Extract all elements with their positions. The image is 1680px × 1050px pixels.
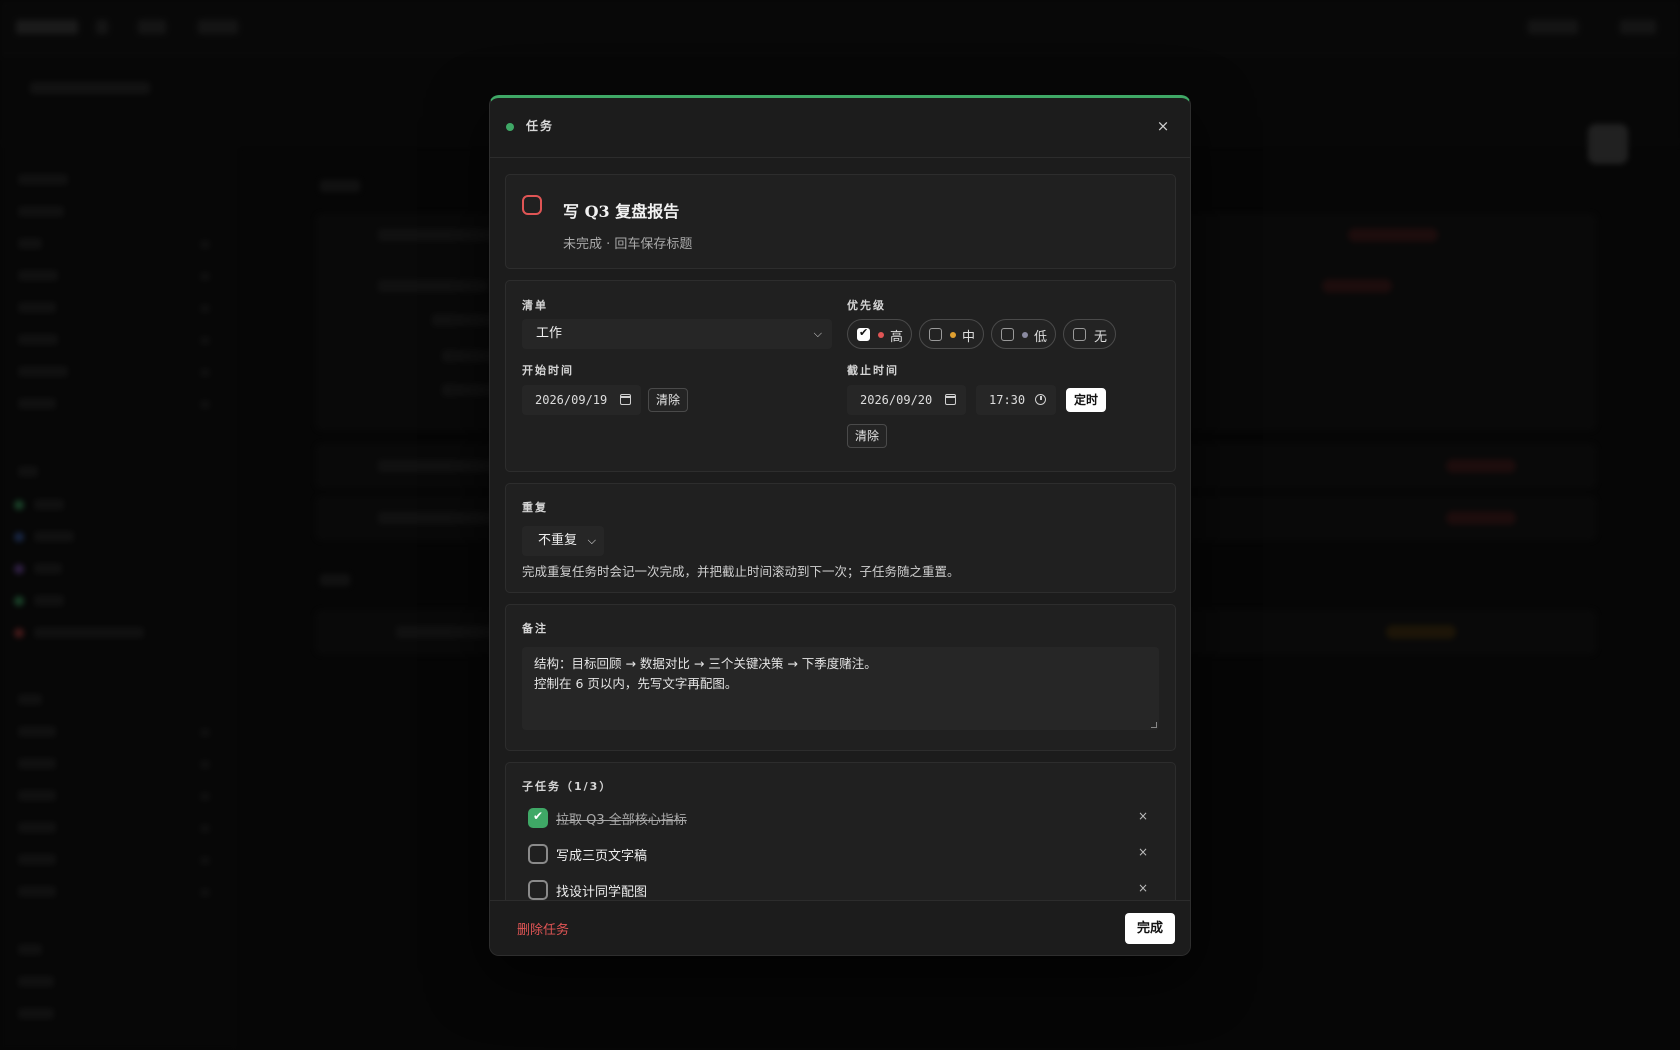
repeat-select-value: 不重复 [538,533,578,548]
remove-subtask-icon[interactable]: × [1138,845,1148,859]
due-time-input[interactable]: 17:30 [976,385,1056,415]
subtask-text[interactable]: 找设计同学配图 [556,881,647,900]
task-complete-checkbox[interactable] [522,195,542,215]
start-time-label: 开始时间 [522,364,574,377]
notes-line: 结构：目标回顾 → 数据对比 → 三个关键决策 → 下季度赌注。 [534,656,877,671]
priority-medium[interactable]: 中 [919,319,984,349]
repeat-select[interactable]: 不重复 ⌵ [522,526,604,556]
subtask-checkbox-checked[interactable] [528,808,548,828]
modal-body[interactable]: 写 Q3 复盘报告 未完成 · 回车保存标题 清单 工作 ⌵ 优先级 高 [490,158,1190,900]
due-clear-button[interactable]: 清除 [847,424,888,448]
task-modal: 任务 × 写 Q3 复盘报告 未完成 · 回车保存标题 清单 工作 ⌵ 优先级 … [489,95,1191,956]
priority-dot-icon [950,332,956,338]
subtasks-label: 子任务（1/3） [522,780,613,793]
subtask-checkbox[interactable] [528,844,548,864]
repeat-section: 重复 不重复 ⌵ 完成重复任务时会记一次完成，并把截止时间滚动到下一次；子任务随… [505,483,1176,593]
priority-low[interactable]: 低 [991,319,1056,349]
close-icon[interactable]: × [1152,115,1174,137]
notes-section: 备注 结构：目标回顾 → 数据对比 → 三个关键决策 → 下季度赌注。 控制在 … [505,604,1176,751]
priority-low-label: 低 [1034,330,1048,345]
subtask-text[interactable]: 写成三页文字稿 [556,845,647,864]
priority-dot-icon [1022,332,1028,338]
checkbox-icon [1073,328,1086,341]
calendar-icon[interactable] [620,394,631,405]
priority-medium-label: 中 [962,330,976,345]
task-meta-section: 清单 工作 ⌵ 优先级 高 中 [505,280,1176,472]
start-clear-button[interactable]: 清除 [648,388,689,412]
due-date-value: 2026/09/20 [860,393,933,407]
priority-none-label: 无 [1094,330,1108,345]
chevron-down-icon: ⌵ [813,327,822,340]
checkbox-icon [929,328,942,341]
remove-subtask-icon[interactable]: × [1138,881,1148,895]
start-date-input[interactable]: 2026/09/19 [522,385,641,415]
subtask-row: 拉取 Q3 全部核心指标 × [528,806,1148,830]
repeat-note: 完成重复任务时会记一次完成，并把截止时间滚动到下一次；子任务随之重置。 [522,564,960,579]
subtasks-section: 子任务（1/3） 拉取 Q3 全部核心指标 × 写成三页文字稿 × 找设计同学配… [505,762,1176,900]
task-title-section: 写 Q3 复盘报告 未完成 · 回车保存标题 [505,174,1176,269]
list-select[interactable]: 工作 ⌵ [522,319,832,349]
status-dot-icon [506,123,514,131]
modal-footer: 删除任务 完成 [490,900,1190,955]
checkbox-checked-icon [857,326,870,341]
resize-handle-icon[interactable] [1151,722,1157,728]
done-button[interactable]: 完成 [1125,913,1175,944]
priority-high-label: 高 [890,330,904,345]
modal-header: 任务 × [490,98,1190,158]
due-time-label: 截止时间 [847,364,899,377]
list-select-value: 工作 [536,326,563,341]
notes-label: 备注 [522,622,548,635]
checkbox-icon [1001,328,1014,341]
due-timed-button[interactable]: 定时 [1066,388,1107,412]
task-title[interactable]: 写 Q3 复盘报告 [563,198,679,222]
remove-subtask-icon[interactable]: × [1138,809,1148,823]
subtask-row: 写成三页文字稿 × [528,842,1148,866]
start-date-value: 2026/09/19 [535,393,608,407]
subtask-row: 找设计同学配图 × [528,878,1148,900]
notes-line: 控制在 6 页以内，先写文字再配图。 [534,676,738,691]
due-date-input[interactable]: 2026/09/20 [847,385,966,415]
task-status-hint: 未完成 · 回车保存标题 [563,237,693,252]
repeat-label: 重复 [522,501,548,514]
chevron-down-icon: ⌵ [587,534,596,547]
modal-title: 任务 [526,119,555,133]
calendar-icon[interactable] [945,394,956,405]
list-label: 清单 [522,299,548,312]
clock-icon[interactable] [1035,394,1046,405]
priority-label: 优先级 [847,299,886,312]
priority-high[interactable]: 高 [847,319,912,349]
subtask-checkbox[interactable] [528,880,548,900]
subtask-text[interactable]: 拉取 Q3 全部核心指标 [556,809,687,828]
notes-textarea[interactable]: 结构：目标回顾 → 数据对比 → 三个关键决策 → 下季度赌注。 控制在 6 页… [522,647,1159,730]
priority-none[interactable]: 无 [1063,319,1116,349]
due-time-value: 17:30 [989,393,1026,407]
priority-dot-icon [878,332,884,338]
delete-task-button[interactable]: 删除任务 [517,919,569,938]
